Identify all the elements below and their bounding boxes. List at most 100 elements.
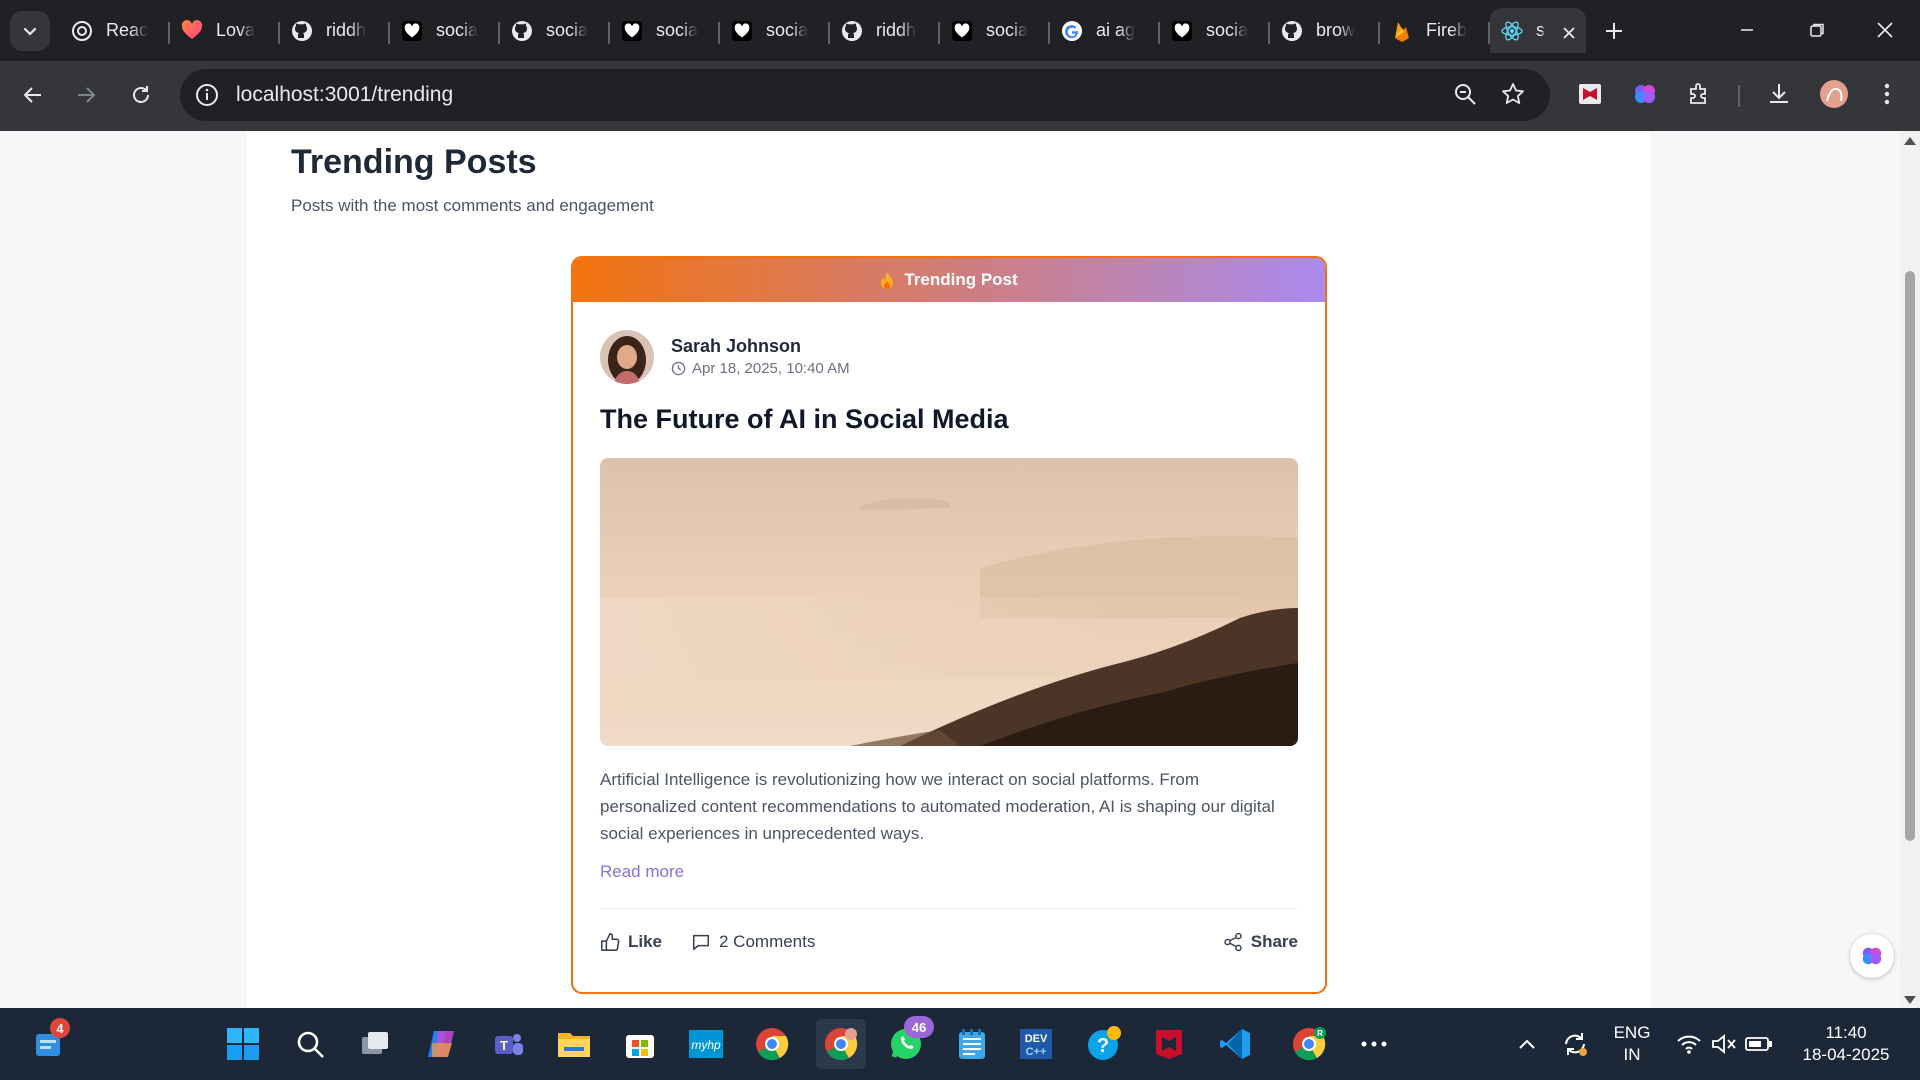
browser-tab[interactable]: Reac	[60, 8, 170, 53]
file-explorer-icon[interactable]	[552, 1022, 596, 1066]
github-icon	[510, 19, 534, 43]
page-scrollbar[interactable]	[1900, 131, 1920, 1008]
scroll-up-arrow-icon[interactable]	[1904, 137, 1916, 145]
svg-text:T: T	[500, 1038, 508, 1053]
browser-tab[interactable]: socia	[1160, 8, 1270, 53]
floating-brain-button[interactable]	[1850, 934, 1894, 978]
tab-title: s	[1536, 20, 1545, 40]
browser-tab[interactable]: socia	[500, 8, 610, 53]
dev-cpp-icon[interactable]: DEV C++	[1014, 1022, 1058, 1066]
language-indicator[interactable]: ENG IN	[1602, 1022, 1662, 1066]
reload-button[interactable]	[120, 74, 162, 116]
mcafee-icon[interactable]	[1147, 1022, 1191, 1066]
brain-extension-icon[interactable]	[1629, 78, 1661, 110]
scroll-down-arrow-icon[interactable]	[1904, 996, 1916, 1004]
github-icon	[840, 19, 864, 43]
copilot-icon[interactable]	[419, 1022, 463, 1066]
battery-icon[interactable]	[1737, 1022, 1781, 1066]
chrome-r-profile-icon[interactable]: R	[1287, 1022, 1331, 1066]
mcafee-extension-icon[interactable]	[1574, 78, 1606, 110]
show-hidden-icons[interactable]	[1505, 1022, 1549, 1066]
tab-title: socia	[766, 20, 809, 40]
chatgpt-icon	[70, 19, 94, 43]
browser-tab[interactable]: brow	[1270, 8, 1380, 53]
browser-tab[interactable]: riddh	[830, 8, 940, 53]
restore-icon	[1810, 23, 1824, 37]
browser-tab[interactable]: socia	[720, 8, 830, 53]
read-more-link[interactable]: Read more	[600, 862, 684, 882]
post-author: Sarah Johnson Apr 18, 2025, 10:40 AM	[600, 330, 850, 384]
notepad-icon[interactable]	[950, 1022, 994, 1066]
browser-tab[interactable]: riddh	[280, 8, 390, 53]
windows-logo-icon	[227, 1028, 259, 1060]
page-title: Trending Posts	[291, 143, 537, 181]
post-body: Artificial Intelligence is revolutionizi…	[600, 770, 1275, 843]
comments-label: 2 Comments	[719, 932, 816, 951]
whatsapp-icon[interactable]: 46	[884, 1016, 934, 1066]
browser-tab[interactable]: s	[1490, 8, 1586, 53]
minimize-button[interactable]	[1712, 0, 1782, 60]
share-icon	[1224, 932, 1242, 952]
trending-banner: Trending Post	[573, 258, 1325, 302]
tab-title: Lova	[216, 20, 256, 40]
tab-title: socia	[436, 20, 479, 40]
forward-button[interactable]	[65, 74, 107, 116]
page-subtitle: Posts with the most comments and engagem…	[291, 196, 654, 215]
tab-title: riddh	[876, 20, 917, 40]
task-view-button[interactable]	[353, 1022, 397, 1066]
comments-button[interactable]: 2 Comments	[691, 932, 815, 952]
browser-tab[interactable]: Lova	[170, 8, 280, 53]
restore-button[interactable]	[1782, 0, 1852, 60]
tab-title: ai ag	[1096, 20, 1136, 40]
get-help-icon[interactable]: ?	[1082, 1022, 1126, 1066]
author-avatar[interactable]	[600, 330, 654, 384]
more-apps-icon[interactable]	[1352, 1022, 1396, 1066]
firebase-icon	[1390, 19, 1414, 43]
profile-avatar[interactable]	[1818, 78, 1850, 110]
clock[interactable]: 11:40 18-04-2025	[1786, 1022, 1906, 1066]
microsoft-store-icon[interactable]	[618, 1022, 662, 1066]
new-tab-button[interactable]	[1597, 14, 1631, 48]
chrome-icon[interactable]	[750, 1022, 794, 1066]
browser-tab[interactable]: Fireb	[1380, 8, 1490, 53]
chevron-up-icon	[1519, 1039, 1535, 1049]
site-info-icon[interactable]	[194, 82, 220, 108]
clock-icon	[671, 361, 686, 376]
browser-tab[interactable]: socia	[940, 8, 1050, 53]
banner-label: Trending Post	[904, 270, 1018, 289]
windows-taskbar: 4 T myhp 46 DEV C++ ? R ENG IN 11:40 18-…	[0, 1008, 1920, 1080]
start-button[interactable]	[221, 1022, 265, 1066]
url-text[interactable]: localhost:3001/trending	[236, 83, 453, 107]
browser-tab[interactable]: socia	[390, 8, 500, 53]
close-tab-icon[interactable]	[1562, 20, 1576, 46]
share-button[interactable]: Share	[1223, 932, 1298, 952]
bookmark-star-icon[interactable]	[1500, 81, 1526, 107]
arrow-left-icon	[23, 87, 41, 103]
browser-tab[interactable]: socia	[610, 8, 720, 53]
myhp-icon[interactable]: myhp	[684, 1022, 728, 1066]
thumbs-up-icon	[601, 933, 620, 951]
back-button[interactable]	[12, 74, 54, 116]
close-window-button[interactable]	[1850, 0, 1920, 60]
search-button[interactable]	[288, 1022, 332, 1066]
tab-search-button[interactable]	[10, 11, 50, 51]
teams-icon[interactable]: T	[486, 1022, 530, 1066]
menu-kebab-icon[interactable]	[1871, 78, 1903, 110]
heart-icon	[1170, 19, 1194, 43]
browser-tab[interactable]: ai ag	[1050, 8, 1160, 53]
address-bar[interactable]: localhost:3001/trending	[180, 69, 1550, 121]
tab-title: brow	[1316, 20, 1356, 40]
clock-time: 11:40	[1825, 1023, 1867, 1042]
scrollbar-thumb[interactable]	[1905, 271, 1915, 841]
chrome-profile-active-icon[interactable]	[816, 1019, 866, 1069]
vscode-icon[interactable]	[1213, 1022, 1257, 1066]
like-button[interactable]: Like	[600, 932, 662, 952]
widgets-icon[interactable]: 4	[26, 1018, 70, 1066]
author-name[interactable]: Sarah Johnson	[671, 336, 801, 357]
sync-icon[interactable]	[1553, 1022, 1597, 1066]
arrow-right-icon	[78, 87, 96, 103]
download-icon[interactable]	[1763, 78, 1795, 110]
post-title[interactable]: The Future of AI in Social Media	[600, 404, 1009, 435]
extensions-puzzle-icon[interactable]	[1683, 78, 1715, 110]
zoom-icon[interactable]	[1452, 81, 1478, 107]
